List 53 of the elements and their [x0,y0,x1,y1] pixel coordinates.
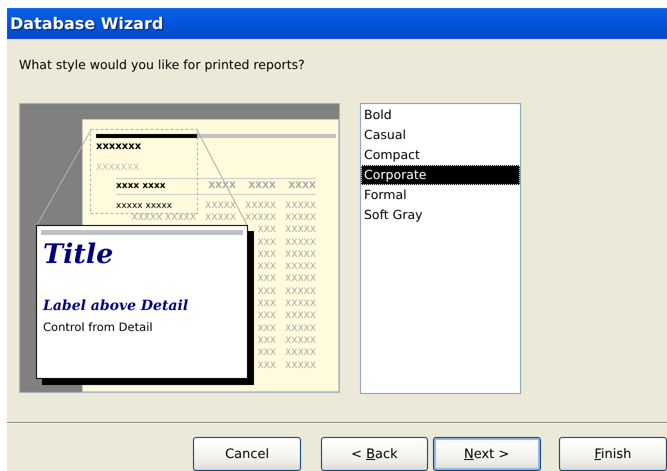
placeholder-text: XXXXX [245,200,276,212]
placeholder-text: XXX [258,262,276,274]
placeholder-text: XXXXXXX [96,163,140,173]
placeholder-text: XXX [258,336,276,347]
placeholder-text: XXX [258,311,276,322]
placeholder-text: XXX [258,348,276,360]
wizard-button[interactable]: Finish [558,437,667,471]
placeholder-text: XXXXX [285,336,316,347]
placeholder-text: XXXXX [285,238,316,249]
wizard-button[interactable]: Cancel [193,437,302,471]
placeholder-text: XXX [258,324,276,335]
title-sample: Title [43,239,114,270]
placeholder-text: XXX [258,299,276,310]
placeholder-text: xxxx xxxx [116,181,166,192]
placeholder-text: XXXXX [285,324,316,335]
placeholder-text: XXX [258,274,276,286]
placeholder-text: XXX [258,238,276,249]
placeholder-text: XXXXX [205,212,236,224]
placeholder-text: XXXX [288,181,316,192]
placeholder-text: XXXXX XXXXX [131,212,196,224]
placeholder-text: XXXXX [285,225,316,236]
placeholder-text: XXXXX [285,360,316,372]
placeholder-text: XXXXX [285,262,316,274]
placeholder-text: XXXXX [205,200,236,212]
window-title: Database Wizard [10,14,164,33]
list-item[interactable]: Soft Gray [361,205,520,225]
placeholder-text: XXXXX [285,286,316,298]
wizard-button[interactable]: < Back [321,437,428,471]
list-item[interactable]: Formal [361,185,520,205]
placeholder-text: XXXXX [285,299,316,310]
placeholder-text: XXXXX [285,212,316,224]
placeholder-text: XXXXX [285,200,316,212]
placeholder-text: XXXXX [285,274,316,286]
placeholder-text: XXXXX [285,311,316,322]
style-list[interactable]: Bold Casual Compact Corporate Formal Soft Gray [360,103,521,394]
list-item[interactable]: Bold [361,105,520,125]
list-item[interactable]: Casual [361,125,520,145]
placeholder-text: XXXXX [285,250,316,261]
question-text: What style would you like for printed reports? [19,57,306,73]
control-sample: Control from Detail [43,320,154,334]
placeholder-text: XXX [258,360,276,372]
placeholder-text: xxxxxxx [96,141,142,152]
placeholder-text: xxxxx xxxxx [116,200,172,212]
placeholder-text: XXX [258,225,276,236]
list-item[interactable]: Corporate [361,165,520,185]
list-item[interactable]: Compact [361,145,520,165]
label-sample: Label above Detail [43,298,190,314]
placeholder-text: XXXXX [285,348,316,360]
placeholder-text: XXX [258,250,276,261]
placeholder-text: XXX [258,286,276,298]
placeholder-text: XXXX [248,181,276,192]
wizard-button[interactable]: Next > [432,437,541,471]
placeholder-text: XXXXX [245,212,276,224]
